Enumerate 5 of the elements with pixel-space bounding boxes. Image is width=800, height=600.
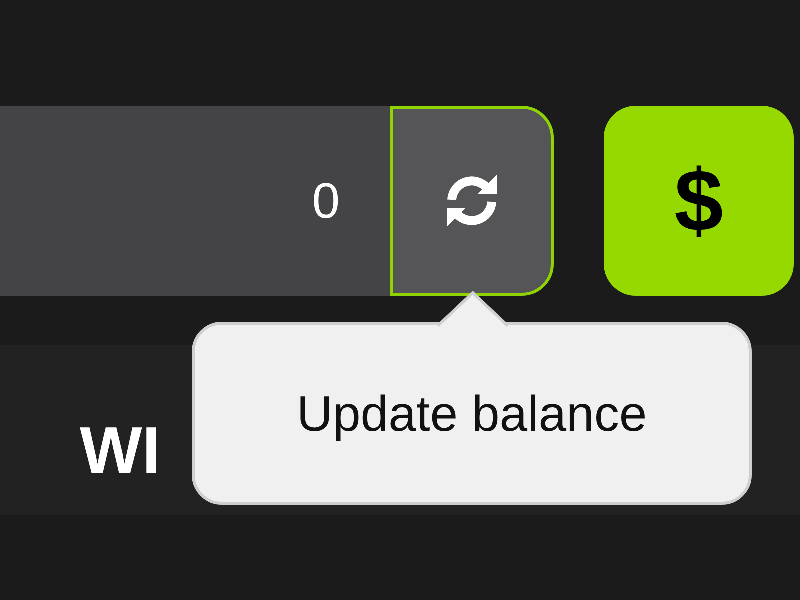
balance-field: 0 (0, 106, 390, 296)
heading-text: WI (80, 417, 161, 483)
refresh-button[interactable] (390, 106, 554, 296)
dollar-button[interactable]: $ (604, 106, 794, 296)
tooltip-pointer (438, 291, 508, 327)
